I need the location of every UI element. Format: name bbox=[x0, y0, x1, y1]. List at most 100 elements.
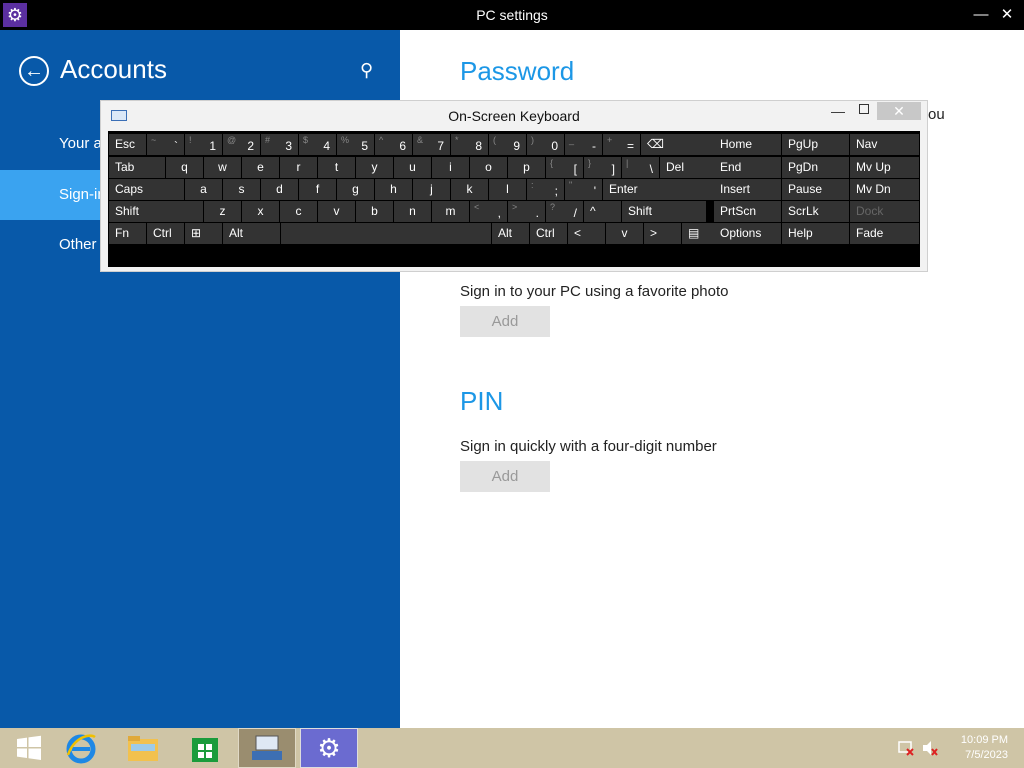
key-g[interactable]: g bbox=[337, 179, 374, 200]
key-symbol[interactable]: >. bbox=[508, 201, 545, 222]
key-nav[interactable]: Nav bbox=[850, 134, 919, 155]
key-symbol[interactable]: {[ bbox=[546, 157, 583, 178]
key-4[interactable]: $4 bbox=[299, 134, 336, 155]
key-symbol[interactable]: :; bbox=[527, 179, 564, 200]
key-alt[interactable]: Alt bbox=[223, 223, 280, 244]
key-b[interactable]: b bbox=[356, 201, 393, 222]
key-esc[interactable]: Esc bbox=[109, 134, 146, 155]
key-a[interactable]: a bbox=[185, 179, 222, 200]
key-mv-up[interactable]: Mv Up bbox=[850, 157, 919, 178]
key-ctrl[interactable]: Ctrl bbox=[530, 223, 567, 244]
key-end[interactable]: End bbox=[714, 157, 781, 178]
osk-maximize-button[interactable] bbox=[859, 104, 869, 114]
osk-minimize-button[interactable]: — bbox=[831, 103, 845, 119]
key-alt[interactable]: Alt bbox=[492, 223, 529, 244]
key-7[interactable]: & 7 bbox=[413, 134, 450, 155]
picture-password-add-button[interactable]: Add bbox=[460, 306, 550, 337]
key-symbol[interactable]: | \ bbox=[622, 157, 659, 178]
key-q[interactable]: q bbox=[166, 157, 203, 178]
key-p[interactable]: p bbox=[508, 157, 545, 178]
key-scrlk[interactable]: ScrLk bbox=[782, 201, 849, 222]
key-symbol[interactable]: _ - bbox=[565, 134, 602, 155]
key-2[interactable]: @2 bbox=[223, 134, 260, 155]
minimize-button[interactable]: — bbox=[970, 0, 992, 30]
key-symbol[interactable]: ^ bbox=[584, 201, 621, 222]
key-u[interactable]: u bbox=[394, 157, 431, 178]
key-symbol[interactable]: <, bbox=[470, 201, 507, 222]
key-insert[interactable]: Insert bbox=[714, 179, 781, 200]
key-1[interactable]: ! 1 bbox=[185, 134, 222, 155]
key-0[interactable]: ) 0 bbox=[527, 134, 564, 155]
key-tab[interactable]: Tab bbox=[109, 157, 165, 178]
key-windows[interactable]: ⊞ bbox=[185, 223, 222, 244]
key-symbol[interactable]: < bbox=[568, 223, 605, 244]
key-d[interactable]: d bbox=[261, 179, 298, 200]
internet-explorer-button[interactable] bbox=[52, 728, 110, 768]
start-button[interactable] bbox=[0, 728, 58, 768]
key-r[interactable]: r bbox=[280, 157, 317, 178]
key-help[interactable]: Help bbox=[782, 223, 849, 244]
key-pgdn[interactable]: PgDn bbox=[782, 157, 849, 178]
key-e[interactable]: e bbox=[242, 157, 279, 178]
network-status-icon[interactable] bbox=[898, 740, 914, 756]
osk-taskbar-button[interactable] bbox=[238, 728, 296, 768]
key-3[interactable]: #3 bbox=[261, 134, 298, 155]
key-c[interactable]: c bbox=[280, 201, 317, 222]
key-v[interactable]: v bbox=[318, 201, 355, 222]
system-clock[interactable]: 10:09 PM 7/5/2023 bbox=[961, 733, 1008, 763]
store-button[interactable] bbox=[176, 728, 234, 768]
key-n[interactable]: n bbox=[394, 201, 431, 222]
key-symbol[interactable]: ? / bbox=[546, 201, 583, 222]
speaker-muted-icon[interactable] bbox=[922, 740, 938, 756]
key-shift[interactable]: Shift bbox=[109, 201, 203, 222]
key-v[interactable]: v bbox=[606, 223, 643, 244]
key-caps[interactable]: Caps bbox=[109, 179, 184, 200]
key-k[interactable]: k bbox=[451, 179, 488, 200]
on-screen-keyboard-window[interactable]: On-Screen Keyboard — ✕ Esc ~ `! 1 @2 #3 $4% 5 ^ 6… bbox=[100, 100, 928, 272]
key-fade[interactable]: Fade bbox=[850, 223, 919, 244]
key-s[interactable]: s bbox=[223, 179, 260, 200]
key-pause[interactable]: Pause bbox=[782, 179, 849, 200]
back-arrow-icon[interactable]: ← bbox=[19, 56, 49, 86]
key-enter[interactable]: Enter bbox=[603, 179, 717, 200]
key-t[interactable]: t bbox=[318, 157, 355, 178]
pc-settings-taskbar-button[interactable]: ⚙ bbox=[300, 728, 358, 768]
key-options[interactable]: Options bbox=[714, 223, 781, 244]
key-x[interactable]: x bbox=[242, 201, 279, 222]
key-symbol[interactable]: + = bbox=[603, 134, 640, 155]
key-mv-dn[interactable]: Mv Dn bbox=[850, 179, 919, 200]
key-dock[interactable]: Dock bbox=[850, 201, 919, 222]
key-h[interactable]: h bbox=[375, 179, 412, 200]
key-f[interactable]: f bbox=[299, 179, 336, 200]
key-m[interactable]: m bbox=[432, 201, 469, 222]
key-ctrl[interactable]: Ctrl bbox=[147, 223, 184, 244]
key-pgup[interactable]: PgUp bbox=[782, 134, 849, 155]
key-z[interactable]: z bbox=[204, 201, 241, 222]
search-icon[interactable]: ⚲ bbox=[360, 60, 373, 81]
key-symbol[interactable]: }] bbox=[584, 157, 621, 178]
key-y[interactable]: y bbox=[356, 157, 393, 178]
key-backspace[interactable]: ⌫ bbox=[641, 134, 717, 155]
key-w[interactable]: w bbox=[204, 157, 241, 178]
key-9[interactable]: (9 bbox=[489, 134, 526, 155]
key-symbol[interactable]: " ' bbox=[565, 179, 602, 200]
key-symbol[interactable]: > bbox=[644, 223, 681, 244]
pin-add-button[interactable]: Add bbox=[460, 461, 550, 492]
osk-close-button[interactable]: ✕ bbox=[877, 102, 921, 120]
key-shift[interactable]: Shift bbox=[622, 201, 706, 222]
key-6[interactable]: ^ 6 bbox=[375, 134, 412, 155]
key-fn[interactable]: Fn bbox=[109, 223, 146, 244]
key-home[interactable]: Home bbox=[714, 134, 781, 155]
key-j[interactable]: j bbox=[413, 179, 450, 200]
key-5[interactable]: % 5 bbox=[337, 134, 374, 155]
key-space[interactable] bbox=[281, 223, 491, 244]
key-prtscn[interactable]: PrtScn bbox=[714, 201, 781, 222]
key-8[interactable]: * 8 bbox=[451, 134, 488, 155]
key-del[interactable]: Del bbox=[660, 157, 717, 178]
file-explorer-button[interactable] bbox=[114, 728, 172, 768]
key-i[interactable]: i bbox=[432, 157, 469, 178]
key-o[interactable]: o bbox=[470, 157, 507, 178]
key-l[interactable]: l bbox=[489, 179, 526, 200]
close-button[interactable]: ✕ bbox=[996, 0, 1018, 30]
key-symbol[interactable]: ~ ` bbox=[147, 134, 184, 155]
